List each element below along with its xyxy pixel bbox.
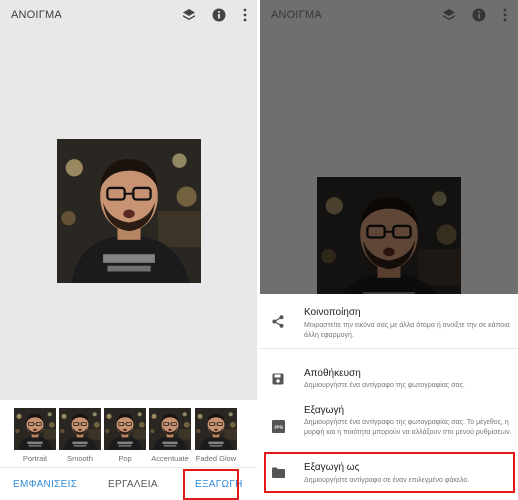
export-bottom-sheet: Κοινοποίηση Μοιραστείτε την εικόνα σας μ…	[260, 294, 518, 500]
tab-tools[interactable]: ΕΡΓΑΛΕΙΑ	[108, 479, 158, 490]
editor-panel-right: ΑΝΟΙΓΜΑ Κοινοποίηση Μοιραστείτε την εικό…	[260, 0, 518, 500]
layers-icon[interactable]	[440, 6, 458, 24]
dim-overlay[interactable]	[260, 0, 518, 294]
export-description: Δημιουργήστε ένα αντίγραφο της φωτογραφί…	[304, 419, 512, 436]
presets-strip: Portrait Smooth Pop Accentuate Faded Glo…	[0, 400, 257, 467]
share-option[interactable]: Κοινοποίηση Μοιραστείτε την εικόνα σας μ…	[260, 294, 518, 346]
save-option[interactable]: Αποθήκευση Δημιουργήστε ένα αντίγραφο τη…	[260, 356, 518, 390]
preset-faded-glow[interactable]: Faded Glow	[195, 408, 237, 463]
save-title: Αποθήκευση	[304, 368, 361, 379]
preset-label: Faded Glow	[195, 454, 237, 463]
sheet-divider	[260, 348, 518, 349]
preset-thumbnail	[14, 408, 56, 450]
more-options-icon[interactable]	[236, 6, 254, 24]
jpg-icon: JPG	[270, 418, 286, 434]
preset-portrait[interactable]: Portrait	[14, 408, 56, 463]
info-icon[interactable]	[470, 6, 488, 24]
preset-thumbnail	[104, 408, 146, 450]
preset-thumbnail	[195, 408, 237, 450]
jpg-icon-text: JPG	[273, 424, 283, 429]
export-title: Εξαγωγή	[304, 405, 345, 416]
export-as-highlight	[264, 452, 515, 493]
share-description: Μοιραστείτε την εικόνα σας με άλλα άτομα…	[304, 322, 510, 339]
bottom-navigation: ΕΜΦΑΝΙΣΕΙΣ ΕΡΓΑΛΕΙΑ ΕΞΑΓΩΓΗ	[0, 467, 257, 500]
export-tab-highlight	[183, 469, 239, 500]
info-icon[interactable]	[210, 6, 228, 24]
preset-smooth[interactable]: Smooth	[59, 408, 101, 463]
save-description: Δημιουργήστε ένα αντίγραφο της φωτογραφί…	[304, 382, 465, 389]
export-option[interactable]: JPG Εξαγωγή Δημιουργήστε ένα αντίγραφο τ…	[260, 398, 518, 450]
preset-thumbnail	[59, 408, 101, 450]
photo-preview	[57, 139, 201, 283]
top-bar: ΑΝΟΙΓΜΑ	[260, 0, 518, 32]
share-title: Κοινοποίηση	[304, 307, 361, 318]
more-options-icon[interactable]	[496, 6, 514, 24]
preset-thumbnail	[149, 408, 191, 450]
tab-looks[interactable]: ΕΜΦΑΝΙΣΕΙΣ	[13, 479, 77, 490]
preset-pop[interactable]: Pop	[104, 408, 146, 463]
layers-icon[interactable]	[180, 6, 198, 24]
editor-panel-left: ΑΝΟΙΓΜΑ Portrait Smooth Pop Accentuate F…	[0, 0, 257, 500]
top-bar: ΑΝΟΙΓΜΑ	[0, 0, 257, 32]
preset-accentuate[interactable]: Accentuate	[149, 408, 191, 463]
save-icon	[270, 371, 286, 387]
share-icon	[270, 313, 286, 329]
open-button[interactable]: ΑΝΟΙΓΜΑ	[11, 9, 62, 21]
open-button[interactable]: ΑΝΟΙΓΜΑ	[271, 9, 322, 21]
